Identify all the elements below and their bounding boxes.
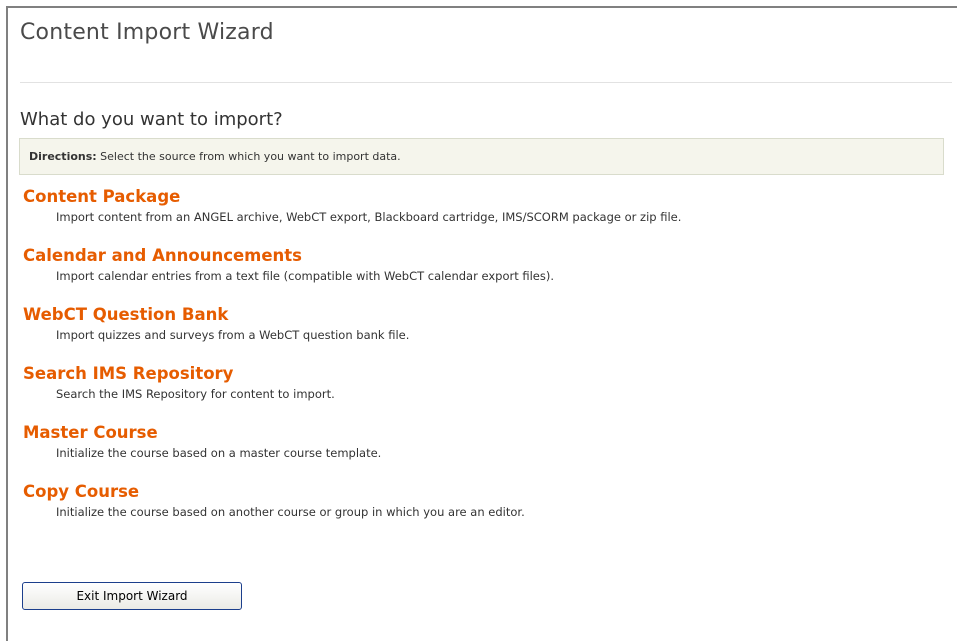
calendar-announcements-link[interactable]: Calendar and Announcements [23,245,953,267]
content-package-description: Import content from an ANGEL archive, We… [56,210,682,224]
copy-course-description: Initialize the course based on another c… [56,505,525,519]
option-master-course: Master Course Initialize the course base… [23,422,953,481]
search-ims-repository-description: Search the IMS Repository for content to… [56,387,335,401]
section-heading: What do you want to import? [20,109,283,130]
directions-text: Select the source from which you want to… [96,150,401,163]
directions-box: Directions: Select the source from which… [19,138,944,175]
option-calendar-announcements: Calendar and Announcements Import calend… [23,245,953,304]
option-copy-course: Copy Course Initialize the course based … [23,481,953,540]
search-ims-repository-link[interactable]: Search IMS Repository [23,363,953,385]
import-options-list: Content Package Import content from an A… [23,186,953,540]
title-divider [20,82,952,83]
master-course-link[interactable]: Master Course [23,422,953,444]
webct-question-bank-description: Import quizzes and surveys from a WebCT … [56,328,410,342]
copy-course-link[interactable]: Copy Course [23,481,953,503]
content-package-link[interactable]: Content Package [23,186,953,208]
option-content-package: Content Package Import content from an A… [23,186,953,245]
option-search-ims-repository: Search IMS Repository Search the IMS Rep… [23,363,953,422]
exit-import-wizard-button[interactable]: Exit Import Wizard [22,582,242,610]
master-course-description: Initialize the course based on a master … [56,446,382,460]
wizard-panel: Content Import Wizard What do you want t… [6,6,957,641]
calendar-announcements-description: Import calendar entries from a text file… [56,269,555,283]
option-webct-question-bank: WebCT Question Bank Import quizzes and s… [23,304,953,363]
page-title: Content Import Wizard [20,20,274,45]
webct-question-bank-link[interactable]: WebCT Question Bank [23,304,953,326]
directions-label: Directions: [29,150,97,163]
